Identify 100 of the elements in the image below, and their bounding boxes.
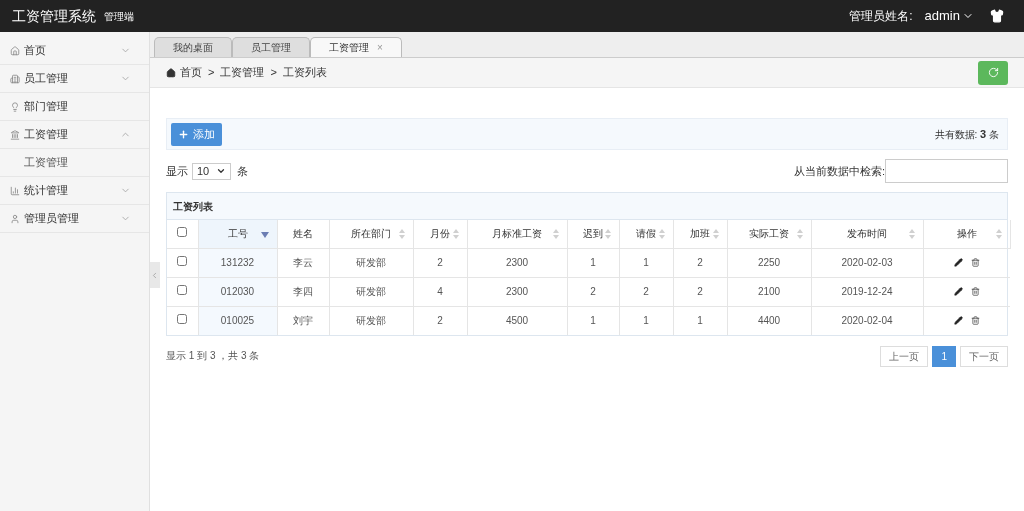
column-header[interactable]: 工号	[198, 220, 277, 248]
table-cell: 1	[673, 306, 727, 335]
table-cell: 010025	[198, 306, 277, 335]
delete-icon[interactable]	[970, 316, 980, 326]
page-size-value: 10	[197, 163, 210, 179]
table-cell: 1	[567, 306, 619, 335]
breadcrumb-item[interactable]: 工资管理	[220, 64, 265, 81]
edit-icon[interactable]	[953, 316, 963, 326]
breadcrumb-item[interactable]: 首页	[180, 64, 202, 81]
sidebar-subitem[interactable]: 工资管理	[0, 149, 149, 177]
sidebar-item[interactable]: 员工管理	[0, 65, 149, 93]
home-icon	[166, 67, 176, 78]
page-size-suffix: 条	[237, 163, 248, 179]
table-cell: 2	[567, 277, 619, 306]
table-cell: 2100	[727, 277, 811, 306]
column-header[interactable]: 发布时间	[811, 220, 923, 248]
bank-icon	[10, 129, 20, 140]
table-cell: 2250	[727, 248, 811, 277]
user-menu[interactable]: admin	[924, 6, 974, 26]
sidebar-toggle[interactable]	[150, 262, 160, 288]
column-header[interactable]: 实际工资	[727, 220, 811, 248]
table-cell: 1	[619, 248, 673, 277]
table-cell: 刘宇	[277, 306, 329, 335]
sidebar-item[interactable]: 工资管理	[0, 121, 149, 149]
table-cell: 研发部	[329, 306, 413, 335]
sidebar-item[interactable]: 统计管理	[0, 177, 149, 205]
column-header[interactable]: 姓名	[277, 220, 329, 248]
total-count: 共有数据: 3 条	[934, 126, 999, 142]
caret-icon	[216, 166, 226, 176]
sort-descending-icon[interactable]	[260, 232, 269, 238]
user-label: 管理员姓名:	[849, 8, 913, 25]
table-cell: 2	[673, 248, 727, 277]
row-checkbox[interactable]	[177, 256, 188, 266]
table-cell: 4500	[467, 306, 567, 335]
table-title: 工资列表	[167, 193, 1007, 220]
page-button[interactable]: 下一页	[960, 346, 1008, 367]
table-cell: 2019-12-24	[811, 277, 923, 306]
column-header[interactable]: 操作	[923, 220, 1010, 248]
page-size-select[interactable]: 10	[192, 162, 231, 180]
row-checkbox[interactable]	[177, 285, 188, 295]
shirt-icon[interactable]	[990, 9, 1004, 23]
column-header[interactable]: 请假	[619, 220, 673, 248]
column-header[interactable]: 迟到	[567, 220, 619, 248]
breadcrumb-item: 工资列表	[282, 65, 327, 81]
table-cell: 2300	[467, 277, 567, 306]
table-cell: 1	[619, 306, 673, 335]
table-cell: 研发部	[329, 277, 413, 306]
sidebar-label: 首页	[24, 43, 46, 59]
app-title: 工资管理系统	[12, 6, 96, 26]
table-cell: 2020-02-03	[811, 248, 923, 277]
table-info: 显示 1 到 3 ，共 3 条	[166, 348, 260, 363]
table-cell: 2	[673, 277, 727, 306]
table-cell: 2	[413, 248, 467, 277]
breadcrumb-separator: >	[270, 65, 277, 81]
table-cell: 131232	[198, 248, 277, 277]
table-cell: 4	[413, 277, 467, 306]
plus-icon	[178, 128, 189, 140]
table-cell: 李四	[277, 277, 329, 306]
search-field[interactable]	[885, 159, 1008, 183]
table-cell: 2	[413, 306, 467, 335]
user-icon	[10, 213, 20, 224]
sidebar-label: 员工管理	[24, 71, 68, 87]
table-cell: 2020-02-04	[811, 306, 923, 335]
delete-icon[interactable]	[970, 258, 980, 267]
collapse-left-icon	[150, 270, 159, 280]
refresh-button[interactable]	[978, 60, 1008, 85]
page-button[interactable]: 上一页	[880, 346, 929, 367]
table-cell: 1	[567, 248, 619, 277]
row-checkbox[interactable]	[177, 314, 188, 325]
tab[interactable]: 我的桌面	[154, 37, 232, 57]
building-icon	[10, 73, 20, 84]
sidebar-item[interactable]: 首页	[0, 37, 149, 65]
sidebar-item[interactable]: 部门管理	[0, 93, 149, 121]
refresh-icon	[987, 67, 999, 78]
table-cell: 李云	[277, 248, 329, 277]
table-cell: 2300	[467, 248, 567, 277]
sidebar-label: 管理员管理	[24, 211, 79, 227]
column-header[interactable]: 月标准工资	[467, 220, 567, 248]
column-header[interactable]: 所在部门	[329, 220, 413, 248]
select-all-checkbox[interactable]	[177, 227, 188, 238]
tab[interactable]: 工资管理 ×	[310, 37, 402, 57]
tab[interactable]: 员工管理	[232, 37, 310, 57]
table-cell: 研发部	[329, 248, 413, 277]
search-label: 从当前数据中检索:	[793, 163, 885, 179]
table-cell: 2	[619, 277, 673, 306]
sidebar-item[interactable]: 管理员管理	[0, 205, 149, 233]
column-header[interactable]: 月份	[413, 220, 467, 248]
bar-chart-icon	[10, 185, 20, 196]
edit-icon[interactable]	[953, 258, 963, 267]
bulb-icon	[10, 101, 20, 112]
app-subtitle: 管理端	[104, 9, 134, 24]
delete-icon[interactable]	[970, 287, 980, 296]
column-header[interactable]: 加班	[673, 220, 727, 248]
edit-icon[interactable]	[953, 287, 963, 296]
table-cell: 4400	[727, 306, 811, 335]
table-cell: 012030	[198, 277, 277, 306]
page-size-prefix: 显示	[166, 163, 188, 179]
sidebar-label: 工资管理	[24, 127, 68, 143]
home-icon	[10, 45, 20, 56]
breadcrumb-separator: >	[208, 65, 215, 81]
